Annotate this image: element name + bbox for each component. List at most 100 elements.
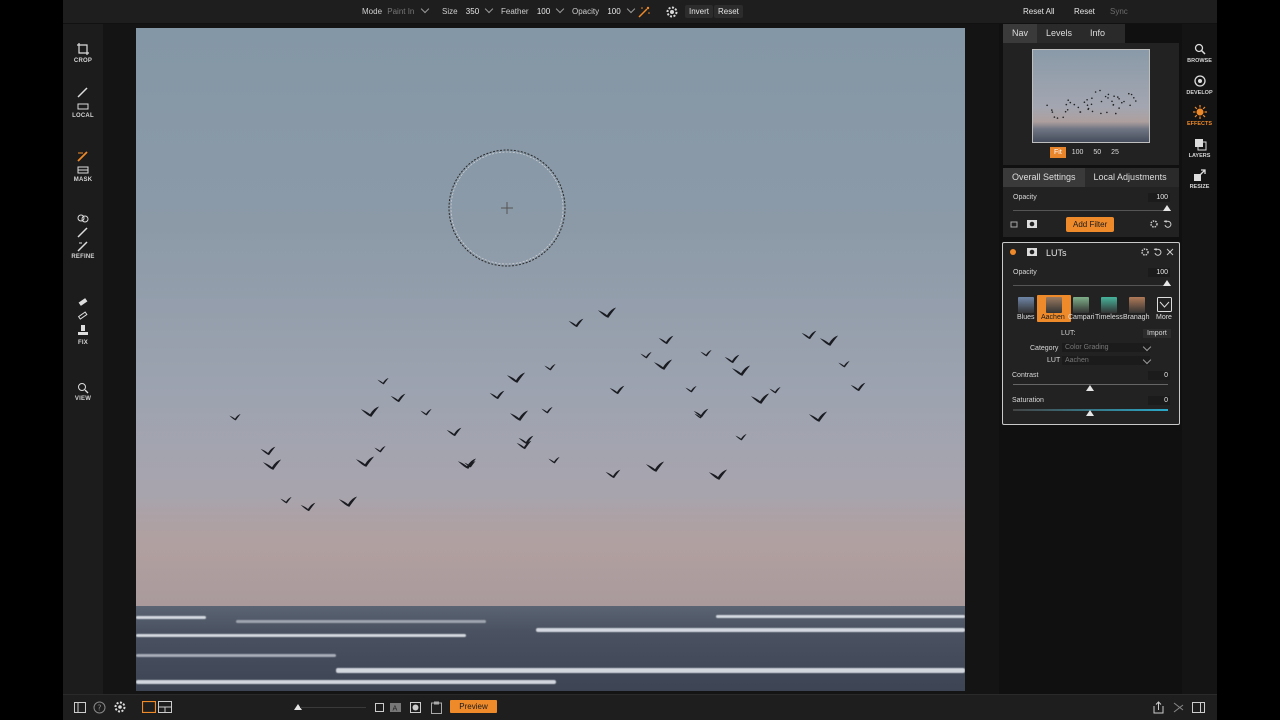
preset-aachen-label[interactable]: Aachen [1041, 314, 1065, 321]
chevron-down-icon[interactable] [626, 4, 636, 14]
overall-opacity-knob[interactable] [1163, 205, 1171, 211]
magnifier-icon [78, 383, 89, 394]
chevron-down-icon[interactable] [420, 4, 429, 14]
saturation-knob[interactable] [1086, 410, 1094, 416]
more-presets-label[interactable]: More [1156, 314, 1172, 321]
zoom-fit[interactable]: Fit [1050, 147, 1066, 158]
bird [544, 364, 556, 371]
tool-fix[interactable]: FIX [63, 296, 103, 346]
auto-icon[interactable]: A [390, 703, 401, 712]
preset-timeless-label[interactable]: Timeless [1095, 314, 1123, 321]
lut-opacity-track[interactable] [1013, 285, 1171, 286]
preset-campari-swatch[interactable] [1073, 297, 1089, 313]
reset-button[interactable]: Reset [1074, 7, 1095, 16]
chevron-down-icon[interactable] [556, 4, 565, 14]
help-icon[interactable]: ? [93, 701, 106, 714]
lut-opacity-knob[interactable] [1163, 280, 1171, 286]
add-filter-button[interactable]: Add Filter [1066, 217, 1115, 232]
module-effects[interactable]: EFFECTS [1182, 105, 1217, 127]
tool-view[interactable]: VIEW [63, 382, 103, 402]
contrast-knob[interactable] [1086, 385, 1094, 391]
gear-icon[interactable] [665, 5, 679, 19]
module-resize[interactable]: RESIZE [1182, 168, 1217, 190]
bird [724, 354, 740, 364]
overall-opacity-track[interactable] [1013, 210, 1171, 211]
lut-select[interactable]: Aachen [1062, 356, 1150, 365]
gear-icon[interactable] [1140, 247, 1150, 257]
size-value[interactable]: 350 [466, 7, 479, 16]
preset-blues-label[interactable]: Blues [1017, 314, 1035, 321]
feather-control[interactable]: Feather 100 [501, 4, 565, 16]
magic-wand-icon[interactable] [637, 5, 651, 19]
module-layers[interactable]: LAYERS [1182, 137, 1217, 159]
single-view-icon[interactable] [142, 701, 156, 713]
preview-button[interactable]: Preview [450, 700, 497, 713]
contrast-value[interactable]: 0 [1148, 371, 1170, 380]
invert-button[interactable]: Invert [685, 5, 714, 18]
gear-icon[interactable] [1149, 219, 1159, 229]
panel-toggle-icon[interactable] [74, 702, 86, 713]
more-presets-icon[interactable] [1157, 297, 1172, 312]
thumb-bird [1115, 112, 1117, 115]
size-control[interactable]: Size 350 [442, 4, 494, 16]
preset-branagh-label[interactable]: Branagh [1123, 314, 1149, 321]
filter-enabled-dot[interactable] [1010, 249, 1016, 255]
sync-button[interactable]: Sync [1110, 7, 1128, 16]
lut-file-label: LUT: [1061, 330, 1076, 337]
bird [640, 352, 652, 359]
eraser-icon [77, 311, 88, 320]
filter-visibility-icon[interactable] [1009, 219, 1019, 229]
opacity-value[interactable]: 100 [607, 7, 620, 16]
reset-icon[interactable] [1153, 247, 1163, 257]
tool-refine[interactable]: REFINE [63, 212, 103, 260]
feather-value[interactable]: 100 [537, 7, 550, 16]
module-develop[interactable]: DEVELOP [1182, 74, 1217, 96]
tab-overall-settings[interactable]: Overall Settings [1003, 168, 1085, 187]
mode-value[interactable]: Paint In [387, 7, 414, 16]
tab-nav[interactable]: Nav [1003, 24, 1038, 43]
preset-campari-label[interactable]: Campari [1068, 314, 1094, 321]
reset-icon[interactable] [1163, 219, 1173, 229]
tool-mask[interactable]: MASK [63, 149, 103, 183]
lut-select-label: LUT [1047, 357, 1061, 364]
bird [710, 470, 726, 480]
category-select[interactable]: Color Grading [1062, 343, 1150, 352]
preset-aachen-swatch[interactable] [1046, 297, 1062, 313]
mask-overlay-icon[interactable] [410, 702, 421, 713]
right-panel-toggle-icon[interactable] [1192, 702, 1205, 713]
reset-all-button[interactable]: Reset All [1023, 7, 1055, 16]
zoom-100[interactable]: 100 [1068, 147, 1088, 158]
overall-opacity-value[interactable]: 100 [1148, 193, 1170, 202]
reset-toolbar-button[interactable]: Reset [714, 5, 743, 18]
chevron-down-icon[interactable] [485, 4, 494, 14]
preset-timeless-swatch[interactable] [1101, 297, 1117, 313]
tab-levels[interactable]: Levels [1037, 24, 1081, 43]
close-icon[interactable] [1165, 247, 1175, 257]
lut-opacity-value[interactable]: 100 [1148, 268, 1170, 277]
cut-icon[interactable] [1172, 701, 1185, 714]
tab-local-adjustments[interactable]: Local Adjustments [1085, 168, 1176, 187]
import-button[interactable]: Import [1143, 329, 1171, 338]
mask-icon[interactable] [1026, 219, 1038, 229]
gear-icon[interactable] [113, 700, 127, 714]
zoom-slider-track[interactable] [300, 707, 366, 708]
preset-branagh-swatch[interactable] [1129, 297, 1145, 313]
saturation-value[interactable]: 0 [1148, 396, 1170, 405]
tab-info[interactable]: Info [1081, 24, 1114, 43]
share-icon[interactable] [1152, 701, 1165, 714]
compare-view-icon[interactable] [158, 701, 172, 713]
clipboard-icon[interactable] [431, 701, 442, 714]
photo-canvas[interactable] [136, 28, 965, 691]
mask-icon[interactable] [1026, 247, 1038, 257]
module-browse[interactable]: BROWSE [1182, 42, 1217, 64]
zoom-25[interactable]: 25 [1107, 147, 1123, 158]
mask-view-icon[interactable] [375, 703, 384, 712]
opacity-control[interactable]: Opacity 100 [572, 4, 636, 16]
navigator-thumbnail[interactable] [1032, 49, 1150, 143]
mask-adjust-icon [77, 166, 89, 174]
preset-blues-swatch[interactable] [1018, 297, 1034, 313]
tool-crop[interactable]: CROP [63, 42, 103, 64]
tool-local[interactable]: LOCAL [63, 85, 103, 119]
zoom-50[interactable]: 50 [1089, 147, 1105, 158]
mode-control[interactable]: Mode Paint In [362, 4, 429, 16]
